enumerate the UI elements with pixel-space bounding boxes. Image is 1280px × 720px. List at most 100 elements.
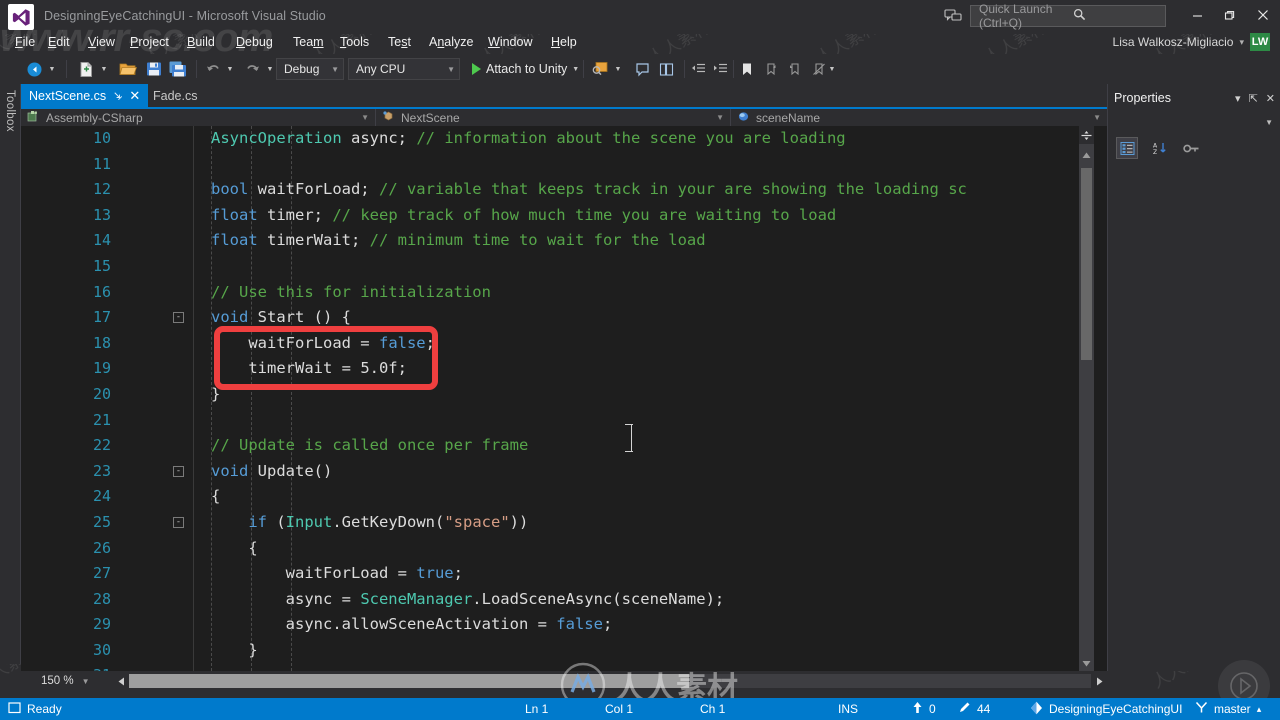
solution-configuration-combo[interactable]: Debug ▼ bbox=[276, 58, 344, 80]
save-all-icon[interactable] bbox=[166, 58, 190, 80]
properties-view-icon[interactable] bbox=[1180, 137, 1202, 159]
close-icon[interactable]: ✕ bbox=[129, 89, 140, 102]
alphabetical-sort-icon[interactable]: A Z bbox=[1148, 137, 1170, 159]
previous-bookmark-icon[interactable] bbox=[760, 58, 782, 80]
comment-selection-icon[interactable] bbox=[630, 58, 654, 80]
maximize-button[interactable] bbox=[1216, 4, 1242, 26]
editor-horizontal-scrollbar[interactable] bbox=[129, 674, 1091, 688]
scroll-left-button[interactable] bbox=[113, 673, 129, 689]
open-file-icon[interactable] bbox=[116, 58, 140, 80]
chevron-down-icon[interactable]: ▾ bbox=[1239, 37, 1244, 48]
navbar-project-combo[interactable]: Assembly-CSharp ▼ bbox=[21, 109, 376, 126]
save-icon[interactable] bbox=[142, 58, 166, 80]
code-line[interactable]: 19 timerWait = 5.0f; bbox=[21, 356, 1081, 382]
code-lines[interactable]: 10 AsyncOperation async; // information a… bbox=[21, 126, 1081, 671]
user-account-area[interactable]: Lisa Walkosz-Migliacio ▾ LW bbox=[1113, 33, 1270, 51]
code-line[interactable]: 26 { bbox=[21, 536, 1081, 562]
solution-platform-combo[interactable]: Any CPU ▼ bbox=[348, 58, 460, 80]
pin-icon[interactable]: ⇥ bbox=[110, 88, 126, 103]
chevron-down-icon[interactable]: ▾ bbox=[1235, 92, 1241, 105]
vertical-scroll-thumb[interactable] bbox=[1081, 168, 1092, 360]
code-line[interactable]: 13 float timer; // keep track of how much… bbox=[21, 203, 1081, 229]
menu-help[interactable]: Help bbox=[546, 33, 582, 51]
code-line[interactable]: 18 waitForLoad = false; bbox=[21, 331, 1081, 357]
scroll-down-button[interactable] bbox=[1079, 655, 1094, 671]
find-in-files-icon[interactable] bbox=[588, 58, 612, 80]
toolbox-strip[interactable]: Toolbox bbox=[0, 84, 21, 664]
menu-view[interactable]: View bbox=[83, 33, 120, 51]
code-line[interactable]: 10 AsyncOperation async; // information a… bbox=[21, 126, 1081, 152]
fold-toggle-icon[interactable]: - bbox=[173, 465, 184, 477]
undo-icon[interactable] bbox=[202, 58, 224, 80]
code-line[interactable]: 31 bbox=[21, 663, 1081, 671]
code-line[interactable]: 28 async = SceneManager.LoadSceneAsync(s… bbox=[21, 587, 1081, 613]
code-line[interactable]: 24 { bbox=[21, 484, 1081, 510]
navbar-type-combo[interactable]: NextScene ▼ bbox=[376, 109, 731, 126]
minimize-button[interactable] bbox=[1184, 4, 1210, 26]
chevron-down-icon[interactable]: ▼ bbox=[447, 65, 455, 74]
horizontal-scroll-thumb[interactable] bbox=[129, 674, 689, 688]
chevron-down-icon[interactable]: ▼ bbox=[361, 113, 369, 122]
increase-indent-icon[interactable] bbox=[710, 58, 732, 80]
new-item-icon[interactable] bbox=[74, 58, 98, 80]
code-line[interactable]: 12 bool waitForLoad; // variable that kee… bbox=[21, 177, 1081, 203]
navigate-back-dropdown[interactable]: ▼ bbox=[46, 58, 58, 80]
search-icon[interactable] bbox=[1065, 8, 1159, 24]
close-button[interactable] bbox=[1250, 4, 1276, 26]
avatar[interactable]: LW bbox=[1250, 33, 1270, 51]
status-pending-changes[interactable]: 0 bbox=[912, 698, 936, 720]
menu-window[interactable]: Window bbox=[483, 33, 537, 51]
status-repository[interactable]: DesigningEyeCatchingUI bbox=[1030, 698, 1182, 720]
bookmark-icon[interactable] bbox=[736, 58, 758, 80]
code-line[interactable]: 30 } bbox=[21, 638, 1081, 664]
fold-toggle-icon[interactable]: - bbox=[173, 312, 184, 324]
chevron-down-icon[interactable]: ▼ bbox=[716, 113, 724, 122]
fold-toggle-icon[interactable]: - bbox=[173, 516, 184, 528]
code-line[interactable]: 22 // Update is called once per frame bbox=[21, 433, 1081, 459]
zoom-level-combo[interactable]: 150 % ▼ bbox=[41, 672, 113, 690]
navbar-member-combo[interactable]: sceneName ▼ bbox=[731, 109, 1107, 126]
menu-edit[interactable]: Edit bbox=[43, 33, 75, 51]
tab-fade-cs[interactable]: Fade.cs bbox=[145, 84, 205, 107]
code-line[interactable]: 17 - void Start () { bbox=[21, 305, 1081, 331]
find-dropdown[interactable]: ▼ bbox=[612, 58, 624, 80]
properties-object-selector[interactable]: ▼ bbox=[1108, 112, 1280, 132]
chevron-down-icon[interactable]: ▼ bbox=[1265, 118, 1273, 127]
split-view-handle[interactable] bbox=[1079, 126, 1094, 144]
menu-build[interactable]: Build bbox=[182, 33, 220, 51]
navigate-back-icon[interactable] bbox=[22, 58, 46, 80]
new-item-dropdown[interactable]: ▼ bbox=[98, 58, 110, 80]
pin-icon[interactable]: ⇱ bbox=[1249, 92, 1258, 105]
menu-test[interactable]: Test bbox=[383, 33, 416, 51]
menu-debug[interactable]: Debug bbox=[231, 33, 278, 51]
code-line[interactable]: 29 async.allowSceneActivation = false; bbox=[21, 612, 1081, 638]
chevron-down-icon[interactable]: ▼ bbox=[1093, 113, 1101, 122]
quick-launch-input[interactable]: Quick Launch (Ctrl+Q) bbox=[970, 2, 1166, 30]
menu-tools[interactable]: Tools bbox=[335, 33, 374, 51]
status-branch[interactable]: master ▴ bbox=[1195, 698, 1261, 720]
chevron-down-icon[interactable]: ▼ bbox=[82, 677, 90, 686]
redo-icon[interactable] bbox=[242, 58, 264, 80]
menu-project[interactable]: Project bbox=[125, 33, 174, 51]
status-edits[interactable]: 44 bbox=[958, 698, 990, 720]
decrease-indent-icon[interactable] bbox=[688, 58, 710, 80]
code-line[interactable]: 15 bbox=[21, 254, 1081, 280]
code-line[interactable]: 20} bbox=[21, 382, 1081, 408]
chevron-up-icon[interactable]: ▴ bbox=[1257, 704, 1262, 715]
chevron-down-icon[interactable]: ▼ bbox=[331, 65, 339, 74]
menu-team[interactable]: Team bbox=[288, 33, 329, 51]
menu-file[interactable]: File bbox=[10, 33, 40, 51]
undo-dropdown[interactable]: ▼ bbox=[224, 58, 236, 80]
code-line[interactable]: 16 // Use this for initialization bbox=[21, 280, 1081, 306]
code-editor[interactable]: 10 AsyncOperation async; // information a… bbox=[21, 126, 1107, 671]
code-line[interactable]: 14 float timerWait; // minimum time to wa… bbox=[21, 228, 1081, 254]
scroll-up-button[interactable] bbox=[1079, 147, 1094, 163]
code-line[interactable]: 21 bbox=[21, 408, 1081, 434]
close-icon[interactable]: ✕ bbox=[1266, 92, 1275, 105]
code-line[interactable]: 25 - if (Input.GetKeyDown("space")) bbox=[21, 510, 1081, 536]
categorized-view-icon[interactable] bbox=[1116, 137, 1138, 159]
code-line[interactable]: 27 waitForLoad = true; bbox=[21, 561, 1081, 587]
tab-nextscene-cs[interactable]: NextScene.cs ⇥ ✕ bbox=[21, 84, 149, 107]
code-line[interactable]: 23 - void Update() bbox=[21, 459, 1081, 485]
redo-dropdown[interactable]: ▼ bbox=[264, 58, 276, 80]
